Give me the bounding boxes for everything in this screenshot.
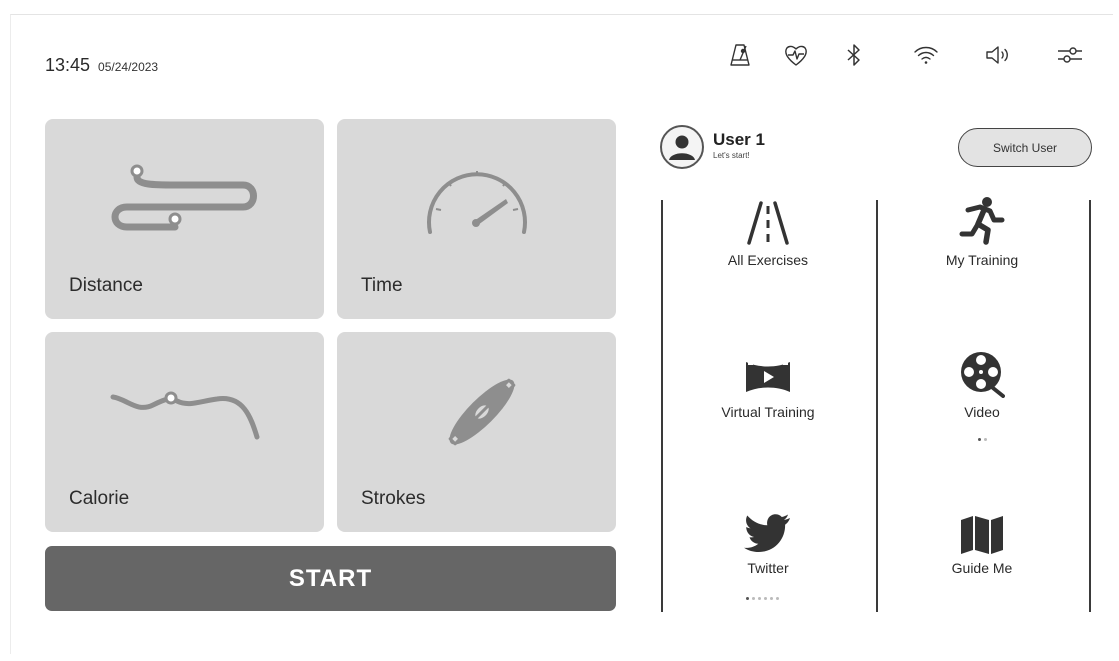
user-avatar-icon bbox=[669, 135, 695, 160]
switch-user-button[interactable]: Switch User bbox=[958, 128, 1092, 167]
twitter-bird-icon bbox=[744, 514, 790, 552]
time-label: Time bbox=[361, 275, 403, 296]
divider-middle bbox=[876, 200, 878, 612]
panorama-video-icon bbox=[746, 360, 790, 392]
distance-label: Distance bbox=[69, 275, 143, 296]
menu-all-exercises-label: All Exercises bbox=[727, 252, 809, 268]
bluetooth-icon[interactable] bbox=[837, 38, 871, 72]
film-reel-icon bbox=[961, 352, 1005, 398]
video-page-dots bbox=[978, 438, 987, 441]
calorie-curve-icon bbox=[110, 391, 260, 440]
wifi-icon[interactable] bbox=[909, 38, 943, 72]
user-name: User 1 bbox=[713, 130, 765, 149]
menu-video[interactable]: Video bbox=[882, 350, 1082, 420]
twitter-page-dots bbox=[746, 597, 779, 600]
menu-twitter[interactable]: Twitter bbox=[668, 512, 868, 576]
volume-icon[interactable] bbox=[981, 38, 1015, 72]
menu-my-training-label: My Training bbox=[945, 252, 1019, 268]
kayak-icon bbox=[448, 378, 516, 446]
heart-rate-icon[interactable] bbox=[779, 38, 813, 72]
avatar[interactable] bbox=[660, 125, 704, 169]
divider-left bbox=[661, 200, 663, 612]
map-icon bbox=[961, 516, 1003, 554]
road-lanes-icon bbox=[747, 201, 789, 245]
menu-twitter-label: Twitter bbox=[747, 560, 789, 576]
metronome-icon[interactable] bbox=[723, 38, 757, 72]
menu-virtual-training-label: Virtual Training bbox=[721, 404, 815, 420]
menu-guide-me[interactable]: Guide Me bbox=[882, 514, 1082, 576]
speedometer-icon bbox=[427, 171, 527, 234]
menu-my-training[interactable]: My Training bbox=[882, 196, 1082, 268]
calorie-tile[interactable]: Calorie bbox=[45, 332, 324, 532]
calorie-label: Calorie bbox=[69, 488, 130, 509]
menu-video-label: Video bbox=[964, 404, 1000, 420]
strokes-label: Strokes bbox=[361, 488, 426, 509]
time-tile[interactable]: Time bbox=[337, 119, 616, 319]
route-icon bbox=[111, 164, 257, 231]
menu-guide-me-label: Guide Me bbox=[951, 560, 1013, 576]
strokes-tile[interactable]: Strokes bbox=[337, 332, 616, 532]
user-subtitle: Let's start! bbox=[713, 151, 750, 160]
status-icons-bar bbox=[0, 38, 1119, 78]
menu-all-exercises[interactable]: All Exercises bbox=[668, 200, 868, 268]
distance-tile[interactable]: Distance bbox=[45, 119, 324, 319]
divider-right bbox=[1089, 200, 1091, 612]
settings-sliders-icon[interactable] bbox=[1053, 38, 1087, 72]
running-person-icon bbox=[959, 197, 1005, 245]
menu-virtual-training[interactable]: Virtual Training bbox=[668, 356, 868, 420]
start-button[interactable]: START bbox=[45, 546, 616, 611]
